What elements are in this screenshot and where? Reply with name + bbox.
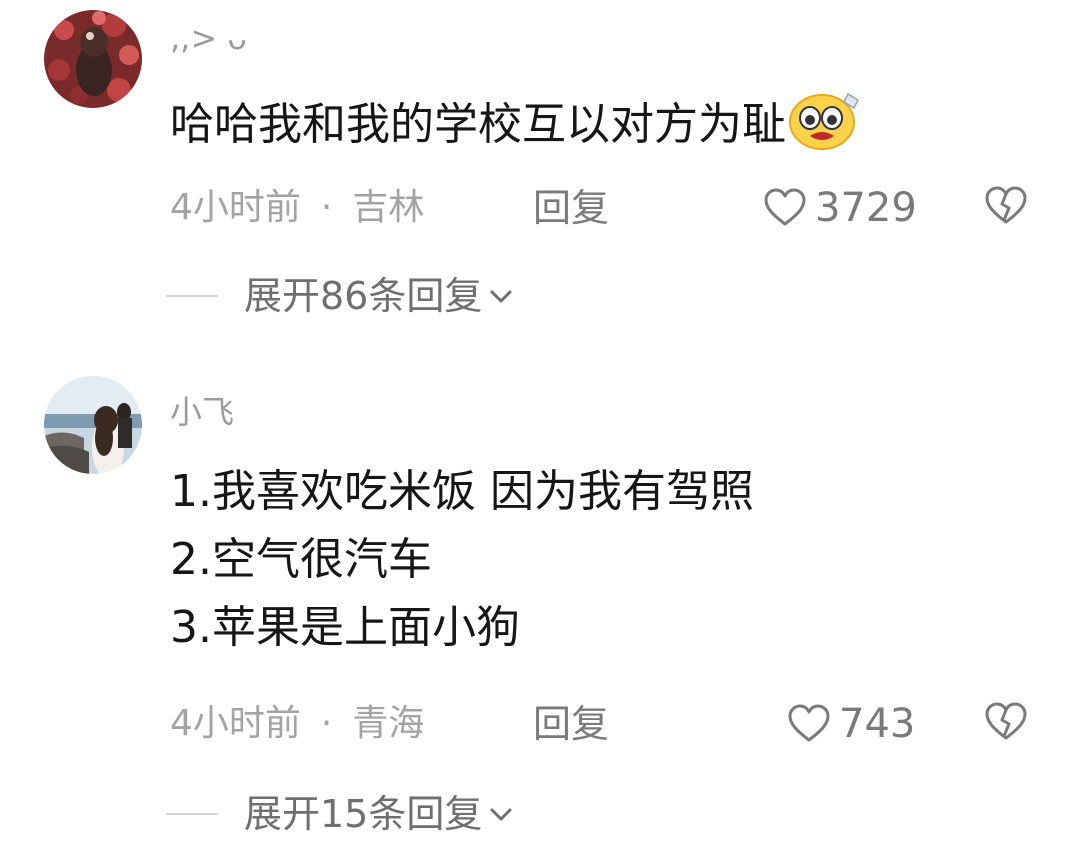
comment-line: 2.空气很汽车 [170,534,432,585]
timestamp: 4小时前 [170,187,301,228]
dislike-button[interactable] [984,186,1028,230]
expand-replies-button[interactable]: 展开15条回复 [166,792,514,836]
comment-list: ,,> ᴗ 哈哈我和我的学校互以对方为耻 4小时前 · 吉林 回复 3729 展… [0,0,1080,843]
like-button[interactable]: 743 [787,702,915,746]
comment-meta: 4小时前 · 吉林 [170,186,424,230]
username[interactable]: 小飞 [170,392,234,432]
divider-line [166,813,218,815]
avatar[interactable] [44,10,142,108]
location: 青海 [352,703,425,744]
comment-line: 3.苹果是上面小狗 [170,602,520,653]
reply-button[interactable]: 回复 [533,186,609,230]
dislike-button[interactable] [984,702,1028,746]
comment-line: 哈哈我和我的学校互以对方为耻 [170,99,786,150]
pleading-face-emoji [788,90,862,164]
expand-replies-label: 展开15条回复 [244,792,483,836]
comment-text: 1.我喜欢吃米饭 因为我有驾照 2.空气很汽车 3.苹果是上面小狗 [170,458,754,662]
expand-replies-label: 展开86条回复 [244,274,483,318]
divider-line [166,295,218,297]
location: 吉林 [352,187,425,228]
timestamp: 4小时前 [170,703,301,744]
expand-replies-button[interactable]: 展开86条回复 [166,274,514,318]
like-count: 3729 [815,185,917,231]
avatar[interactable] [44,376,142,474]
like-button[interactable]: 3729 [763,186,917,230]
comment-meta: 4小时前 · 青海 [170,702,424,746]
heart-outline-icon [788,704,830,742]
comment-text: 哈哈我和我的学校互以对方为耻 [170,90,862,164]
comment-line: 1.我喜欢吃米饭 因为我有驾照 [170,466,754,517]
reply-button[interactable]: 回复 [533,702,609,746]
like-count: 743 [839,701,916,747]
separator-dot: · [320,703,333,744]
broken-heart-icon [985,186,1027,224]
separator-dot: · [320,187,333,228]
chevron-down-icon [490,808,512,821]
chevron-down-icon [490,290,512,303]
broken-heart-icon [985,702,1027,740]
username[interactable]: ,,> ᴗ [170,18,247,58]
heart-outline-icon [764,188,806,226]
